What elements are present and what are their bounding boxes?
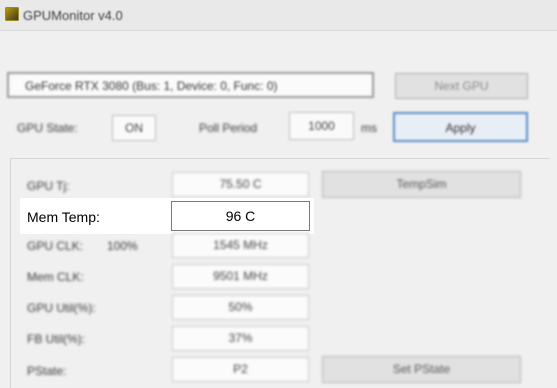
gpu-temp-label: GPU Tj:	[27, 179, 70, 193]
fb-util-label: FB Util(%):	[27, 332, 85, 346]
gpu-util-label: GPU Util(%):	[27, 301, 96, 315]
mem-temp-value: 96 C	[171, 201, 310, 231]
poll-period-input[interactable]: 1000	[289, 112, 354, 140]
gpu-util-value: 50%	[172, 295, 309, 320]
fb-util-value: 37%	[172, 326, 309, 351]
pstate-label: PState:	[27, 364, 67, 378]
gpu-clock-percent: 100%	[107, 239, 138, 253]
gpu-state-value: ON	[112, 115, 156, 141]
set-pstate-button[interactable]: Set PState	[322, 356, 521, 383]
poll-period-label: Poll Period	[199, 121, 258, 135]
gpu-temp-value: 75.50 C	[172, 172, 309, 197]
mem-clock-value: 9501 MHz	[172, 264, 309, 289]
app-window: GPUMonitor v4.0 GeForce RTX 3080 (Bus: 1…	[0, 0, 557, 388]
gpu-state-label: GPU State:	[17, 121, 78, 135]
gpu-select[interactable]: GeForce RTX 3080 (Bus: 1, Device: 0, Fun…	[7, 72, 374, 98]
mem-temp-label: Mem Temp:	[27, 209, 100, 225]
next-gpu-button[interactable]: Next GPU	[395, 73, 528, 99]
app-icon	[5, 7, 19, 21]
pstate-value: P2	[172, 357, 309, 382]
mem-clock-label: Mem CLK:	[27, 270, 84, 284]
poll-period-unit: ms	[361, 121, 377, 135]
gpu-clock-label: GPU CLK:	[27, 239, 84, 253]
gpu-clock-value: 1545 MHz	[172, 233, 309, 258]
title-bar: GPUMonitor v4.0	[0, 0, 557, 31]
temp-sim-button[interactable]: TempSim	[322, 171, 521, 198]
window-title: GPUMonitor v4.0	[23, 8, 123, 23]
apply-button[interactable]: Apply	[393, 112, 528, 142]
